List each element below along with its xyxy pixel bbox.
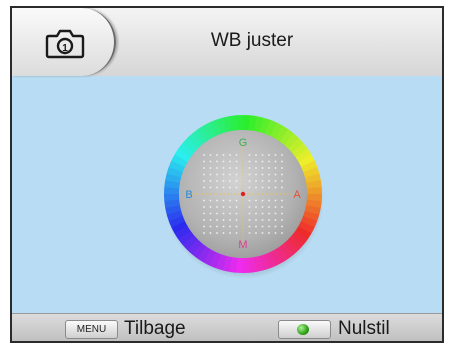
wb-cursor[interactable] [240,191,246,197]
label-magenta: M [238,239,247,251]
camera-icon: 1 [45,29,85,59]
label-green: G [239,137,248,149]
wb-adjust-screen: 1 WB juster G B A M MENU Tilbage Nulstil [10,6,444,343]
camera-mode-tab[interactable]: 1 [12,8,116,76]
ok-button[interactable] [278,320,331,339]
label-amber: A [293,189,301,201]
svg-text:1: 1 [62,43,68,54]
reset-label: Nulstil [338,318,390,339]
menu-button[interactable]: MENU [65,320,118,339]
page-title: WB juster [210,30,294,51]
wb-wheel-area: G B A M [12,76,442,313]
wb-color-wheel[interactable]: G B A M [12,76,442,313]
header-bar: 1 WB juster [12,8,442,76]
footer-bar: MENU Tilbage Nulstil [12,313,442,341]
label-blue: B [185,189,192,201]
green-button-icon [297,324,309,335]
back-label: Tilbage [124,318,186,339]
